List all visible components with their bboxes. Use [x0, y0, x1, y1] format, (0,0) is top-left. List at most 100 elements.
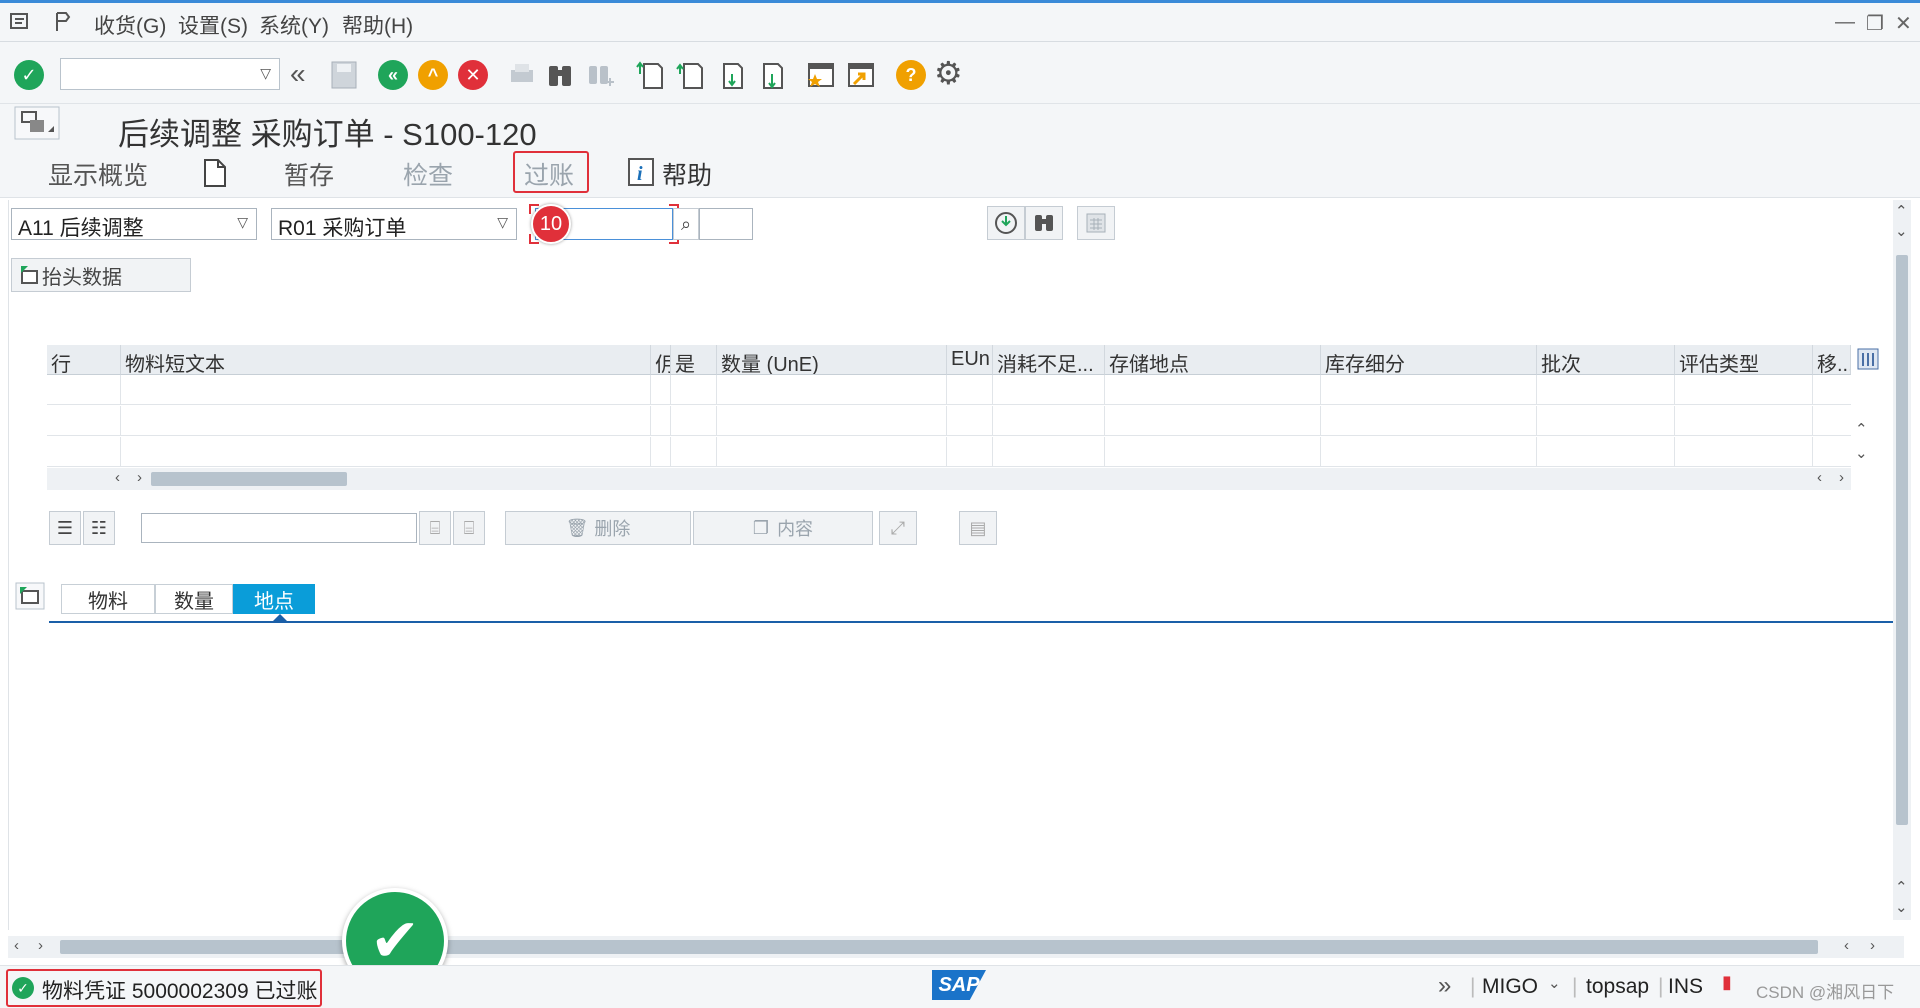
- header-data-button[interactable]: 抬头数据: [11, 258, 191, 292]
- last-page-icon[interactable]: [756, 60, 786, 90]
- command-field[interactable]: ▽: [60, 58, 280, 90]
- column-header[interactable]: 评估类型: [1675, 345, 1813, 375]
- find-next-icon[interactable]: [586, 60, 616, 90]
- scroll-left-icon[interactable]: ‹: [1817, 469, 1822, 486]
- scroll-left-icon[interactable]: ‹: [115, 469, 120, 486]
- tab-material[interactable]: 物料: [61, 584, 155, 614]
- sap-logo: SAP: [932, 970, 986, 1000]
- tab-divider: [49, 621, 1895, 623]
- collapse-detail-icon[interactable]: [15, 582, 45, 610]
- calculator-icon[interactable]: [1077, 206, 1115, 240]
- table-horizontal-scrollbar[interactable]: ‹ › ‹ ›: [47, 468, 1851, 490]
- column-header[interactable]: 存储地点: [1105, 345, 1321, 375]
- column-header[interactable]: 库存细分: [1321, 345, 1537, 375]
- menu-icon[interactable]: [10, 11, 32, 31]
- expand-status-icon[interactable]: »: [1438, 972, 1451, 1000]
- previous-page-icon[interactable]: [676, 60, 706, 90]
- action-dropdown[interactable]: A11 后续调整 ▽: [11, 208, 257, 240]
- scroll-right-icon[interactable]: ›: [137, 469, 142, 486]
- column-settings-icon[interactable]: [1857, 348, 1879, 370]
- scroll-up-icon[interactable]: ⌃: [1895, 202, 1908, 220]
- column-header[interactable]: 行: [47, 345, 121, 375]
- copy-icon: ❐: [752, 517, 770, 538]
- delete-button[interactable]: 🗑 删除: [505, 511, 691, 545]
- scroll-right-icon[interactable]: ›: [1870, 937, 1875, 954]
- scroll-up-icon[interactable]: ⌃: [1855, 420, 1868, 438]
- check-button[interactable]: 检查: [403, 156, 453, 192]
- exit-icon[interactable]: ^: [418, 60, 448, 90]
- print-icon[interactable]: [507, 60, 537, 90]
- table-row[interactable]: [47, 375, 1851, 405]
- scroll-thumb[interactable]: [60, 940, 1818, 954]
- document-icon[interactable]: [202, 158, 228, 188]
- transaction-code[interactable]: MIGO: [1482, 975, 1538, 999]
- column-header[interactable]: 批次: [1537, 345, 1675, 375]
- help-button[interactable]: 帮助: [662, 156, 712, 192]
- chevron-down-icon[interactable]: ⌄: [1548, 974, 1561, 992]
- tab-quantity[interactable]: 数量: [155, 584, 233, 614]
- scroll-down-icon[interactable]: ⌄: [1895, 222, 1908, 240]
- menu-receipt[interactable]: 收货(G): [94, 10, 166, 40]
- execute-icon[interactable]: [987, 206, 1025, 240]
- save-icon[interactable]: [330, 60, 358, 90]
- scroll-down-icon[interactable]: ⌄: [1895, 898, 1908, 916]
- cancel-icon[interactable]: ✕: [458, 60, 488, 90]
- minimize-icon[interactable]: —: [1835, 11, 1855, 34]
- menu-help[interactable]: 帮助(H): [342, 10, 413, 40]
- search-help-icon[interactable]: ⌕: [673, 208, 699, 240]
- menu-settings[interactable]: 设置(S): [178, 10, 248, 40]
- deselect-all-icon[interactable]: ☷: [83, 511, 115, 545]
- table-search-input[interactable]: [141, 513, 417, 543]
- menu-system[interactable]: 系统(Y): [259, 10, 329, 40]
- layout-icon[interactable]: [52, 11, 74, 33]
- fullscreen-icon[interactable]: ⤢: [879, 511, 917, 545]
- table-row[interactable]: [47, 406, 1851, 436]
- hold-button[interactable]: 暂存: [284, 156, 334, 192]
- column-header[interactable]: EUn: [947, 345, 993, 375]
- find-next-icon[interactable]: ⌸: [453, 511, 485, 545]
- input-mode[interactable]: INS: [1668, 975, 1703, 999]
- scroll-thumb[interactable]: [1896, 255, 1908, 825]
- screen-toggle-icon[interactable]: [14, 106, 60, 140]
- scroll-left-icon[interactable]: ‹: [1844, 937, 1849, 954]
- find-icon[interactable]: [1025, 206, 1063, 240]
- close-window-icon[interactable]: ✕: [1895, 11, 1912, 36]
- scroll-left-icon[interactable]: ‹: [14, 937, 19, 954]
- print-preview-icon[interactable]: ▤: [959, 511, 997, 545]
- status-message[interactable]: 物料凭证 5000002309 已过账: [42, 975, 317, 1005]
- scroll-up-icon[interactable]: ⌃: [1895, 878, 1908, 896]
- find-icon[interactable]: [546, 60, 576, 90]
- item-input[interactable]: [699, 208, 753, 240]
- main-horizontal-scrollbar[interactable]: ‹ › ‹ ›: [8, 936, 1904, 958]
- find-icon[interactable]: ⌸: [419, 511, 451, 545]
- column-header[interactable]: 移...: [1813, 345, 1851, 375]
- scroll-right-icon[interactable]: ›: [1839, 469, 1844, 486]
- back-icon[interactable]: «: [378, 60, 408, 90]
- scroll-down-icon[interactable]: ⌄: [1855, 444, 1868, 462]
- tab-location[interactable]: 地点: [233, 584, 315, 614]
- gear-icon[interactable]: ⚙: [934, 54, 963, 92]
- content-button[interactable]: ❐ 内容: [693, 511, 873, 545]
- shortcut-icon[interactable]: [846, 60, 876, 90]
- select-all-icon[interactable]: ☰: [49, 511, 81, 545]
- restore-icon[interactable]: ❐: [1866, 11, 1884, 36]
- help-icon[interactable]: ?: [896, 60, 926, 90]
- next-page-icon[interactable]: [716, 60, 746, 90]
- column-header[interactable]: 是: [671, 345, 717, 375]
- table-row[interactable]: [47, 437, 1851, 467]
- scroll-right-icon[interactable]: ›: [38, 937, 43, 954]
- new-session-icon[interactable]: [806, 60, 836, 90]
- first-page-icon[interactable]: [636, 60, 666, 90]
- column-header[interactable]: 数量 (UnE): [717, 345, 947, 375]
- double-left-icon[interactable]: «: [290, 58, 306, 90]
- performance-icon: ▮: [1722, 972, 1732, 992]
- reference-dropdown[interactable]: R01 采购订单 ▽: [271, 208, 517, 240]
- display-overview-button[interactable]: 显示概览: [48, 156, 148, 192]
- enter-check-icon[interactable]: ✓: [14, 60, 44, 90]
- scroll-thumb[interactable]: [151, 472, 347, 486]
- post-button[interactable]: 过账: [524, 156, 574, 192]
- column-header[interactable]: 消耗不足...: [993, 345, 1105, 375]
- column-header[interactable]: 仴: [651, 345, 671, 375]
- main-vertical-scrollbar[interactable]: ⌃ ⌄ ⌃ ⌄: [1893, 200, 1911, 920]
- column-header[interactable]: 物料短文本: [121, 345, 651, 375]
